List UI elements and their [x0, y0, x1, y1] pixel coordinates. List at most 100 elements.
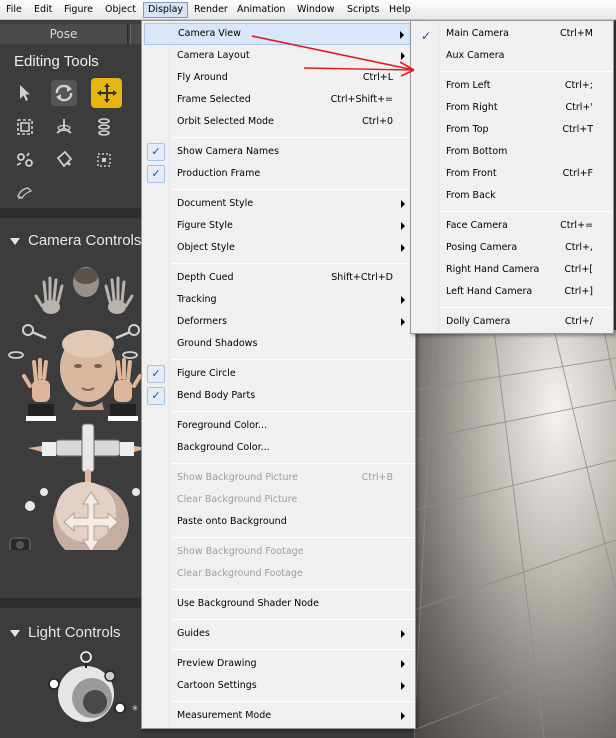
color-icon[interactable]: [51, 147, 77, 173]
menu-item-paste-onto-background[interactable]: Paste onto Background: [144, 511, 415, 533]
menu-item-label: Background Color...: [177, 442, 270, 453]
translate-icon[interactable]: [91, 78, 122, 108]
menu-item-foreground-color[interactable]: Foreground Color...: [144, 415, 415, 437]
menu-item-depth-cued[interactable]: Depth Cued Shift+Ctrl+D: [144, 267, 415, 289]
menu-item-label: Camera View: [178, 28, 241, 39]
menu-separator: [441, 307, 613, 308]
submenu-item-shortcut: Ctrl+[: [564, 264, 593, 275]
menu-item-figure-circle[interactable]: ✓ Figure Circle: [144, 363, 415, 385]
document-viewport[interactable]: [414, 330, 616, 738]
menu-window[interactable]: Window: [293, 2, 338, 18]
tab-next[interactable]: [130, 24, 141, 44]
menu-item-shortcut: Ctrl+B: [361, 472, 393, 483]
camera-controls-title[interactable]: Camera Controls: [10, 232, 141, 249]
morph-brush-icon[interactable]: [12, 180, 38, 206]
submenu-item-from-bottom[interactable]: From Bottom: [413, 141, 613, 163]
collapse-triangle-icon[interactable]: [10, 629, 20, 637]
submenu-item-face-camera[interactable]: Face Camera Ctrl+=: [413, 215, 613, 237]
submenu-item-from-right[interactable]: From Right Ctrl+': [413, 97, 613, 119]
light-controls-widget[interactable]: *: [40, 650, 141, 738]
menu-item-show-background-footage: Show Background Footage: [144, 541, 415, 563]
menu-item-tracking[interactable]: Tracking: [144, 289, 415, 311]
menu-item-ground-shadows[interactable]: Ground Shadows: [144, 333, 415, 355]
collapse-triangle-icon[interactable]: [10, 237, 20, 245]
panel-divider-2: [0, 598, 141, 608]
select-arrow-icon[interactable]: [12, 80, 38, 106]
submenu-item-from-left[interactable]: From Left Ctrl+;: [413, 75, 613, 97]
submenu-item-label: Right Hand Camera: [446, 264, 540, 275]
menu-item-bend-body-parts[interactable]: ✓ Bend Body Parts: [144, 385, 415, 407]
submenu-item-label: From Front: [446, 168, 497, 179]
submenu-item-shortcut: Ctrl+=: [560, 220, 593, 231]
submenu-item-from-back[interactable]: From Back: [413, 185, 613, 207]
menu-item-background-color[interactable]: Background Color...: [144, 437, 415, 459]
menu-file[interactable]: File: [2, 2, 26, 18]
submenu-item-dolly-camera[interactable]: Dolly Camera Ctrl+/: [413, 311, 613, 333]
menu-animation[interactable]: Animation: [233, 2, 289, 18]
menu-item-cartoon-settings[interactable]: Cartoon Settings: [144, 675, 415, 697]
twist-icon[interactable]: [51, 114, 77, 140]
menu-item-use-background-shader-node[interactable]: Use Background Shader Node: [144, 593, 415, 615]
submenu-item-shortcut: Ctrl+;: [564, 80, 593, 91]
menu-help[interactable]: Help: [385, 2, 415, 18]
chain-break-icon[interactable]: [12, 147, 38, 173]
rotate-icon[interactable]: [51, 80, 77, 106]
menu-item-production-frame[interactable]: ✓ Production Frame: [144, 163, 415, 185]
editing-tools-title: Editing Tools: [14, 53, 99, 70]
submenu-item-aux-camera[interactable]: Aux Camera: [413, 45, 613, 67]
menu-item-label: Paste onto Background: [177, 516, 287, 527]
menu-item-guides[interactable]: Guides: [144, 623, 415, 645]
menu-figure[interactable]: Figure: [60, 2, 97, 18]
menu-item-frame-selected[interactable]: Frame Selected Ctrl+Shift+=: [144, 89, 415, 111]
grouping-icon[interactable]: [91, 147, 117, 173]
menu-edit[interactable]: Edit: [30, 2, 56, 18]
checkmark-icon: ✓: [421, 29, 432, 43]
checkmark-icon: ✓: [147, 387, 165, 405]
menu-item-label: Guides: [177, 628, 210, 639]
submenu-item-left-hand-camera[interactable]: Left Hand Camera Ctrl+]: [413, 281, 613, 303]
menu-display[interactable]: Display: [143, 2, 189, 18]
submenu-item-label: Aux Camera: [446, 50, 505, 61]
submenu-arrow-icon: [400, 31, 404, 39]
submenu-item-from-front[interactable]: From Front Ctrl+F: [413, 163, 613, 185]
menu-item-measurement-mode[interactable]: Measurement Mode: [144, 705, 415, 727]
panel-divider: [0, 208, 141, 218]
scale-icon[interactable]: [12, 114, 38, 140]
menu-render[interactable]: Render: [190, 2, 232, 18]
menu-item-preview-drawing[interactable]: Preview Drawing: [144, 653, 415, 675]
menu-item-document-style[interactable]: Document Style: [144, 193, 415, 215]
tab-pose[interactable]: Pose: [0, 24, 128, 44]
light-controls-label: Light Controls: [28, 624, 121, 641]
menu-item-camera-layout[interactable]: Camera Layout: [144, 45, 415, 67]
menu-item-figure-style[interactable]: Figure Style: [144, 215, 415, 237]
taper-icon[interactable]: [91, 114, 117, 140]
svg-text:*: *: [132, 703, 138, 717]
menu-item-shortcut: Ctrl+Shift+=: [330, 94, 393, 105]
menu-item-deformers[interactable]: Deformers: [144, 311, 415, 333]
menu-item-shortcut: Shift+Ctrl+D: [331, 272, 393, 283]
menu-item-fly-around[interactable]: Fly Around Ctrl+L: [144, 67, 415, 89]
camera-controls-widget[interactable]: [6, 260, 141, 550]
menu-item-orbit-selected-mode[interactable]: Orbit Selected Mode Ctrl+0: [144, 111, 415, 133]
submenu-item-right-hand-camera[interactable]: Right Hand Camera Ctrl+[: [413, 259, 613, 281]
submenu-arrow-icon: [401, 630, 405, 638]
submenu-item-posing-camera[interactable]: Posing Camera Ctrl+,: [413, 237, 613, 259]
submenu-item-label: From Back: [446, 190, 496, 201]
menu-item-camera-view[interactable]: Camera View: [144, 23, 415, 45]
menu-item-label: Ground Shadows: [177, 338, 258, 349]
menu-scripts[interactable]: Scripts: [343, 2, 384, 18]
menu-item-label: Depth Cued: [177, 272, 234, 283]
menu-object[interactable]: Object: [101, 2, 140, 18]
submenu-item-shortcut: Ctrl+': [565, 102, 593, 113]
menu-item-label: Figure Circle: [177, 368, 236, 379]
menu-item-label: Object Style: [177, 242, 235, 253]
menu-item-show-camera-names[interactable]: ✓ Show Camera Names: [144, 141, 415, 163]
menu-item-label: Show Background Footage: [177, 546, 304, 557]
submenu-item-from-top[interactable]: From Top Ctrl+T: [413, 119, 613, 141]
menu-item-label: Show Background Picture: [177, 472, 299, 483]
submenu-item-main-camera[interactable]: ✓ Main Camera Ctrl+M: [413, 23, 613, 45]
submenu-item-label: From Right: [446, 102, 498, 113]
menu-item-object-style[interactable]: Object Style: [144, 237, 415, 259]
light-controls-title[interactable]: Light Controls: [10, 624, 121, 641]
menu-separator: [172, 649, 415, 650]
